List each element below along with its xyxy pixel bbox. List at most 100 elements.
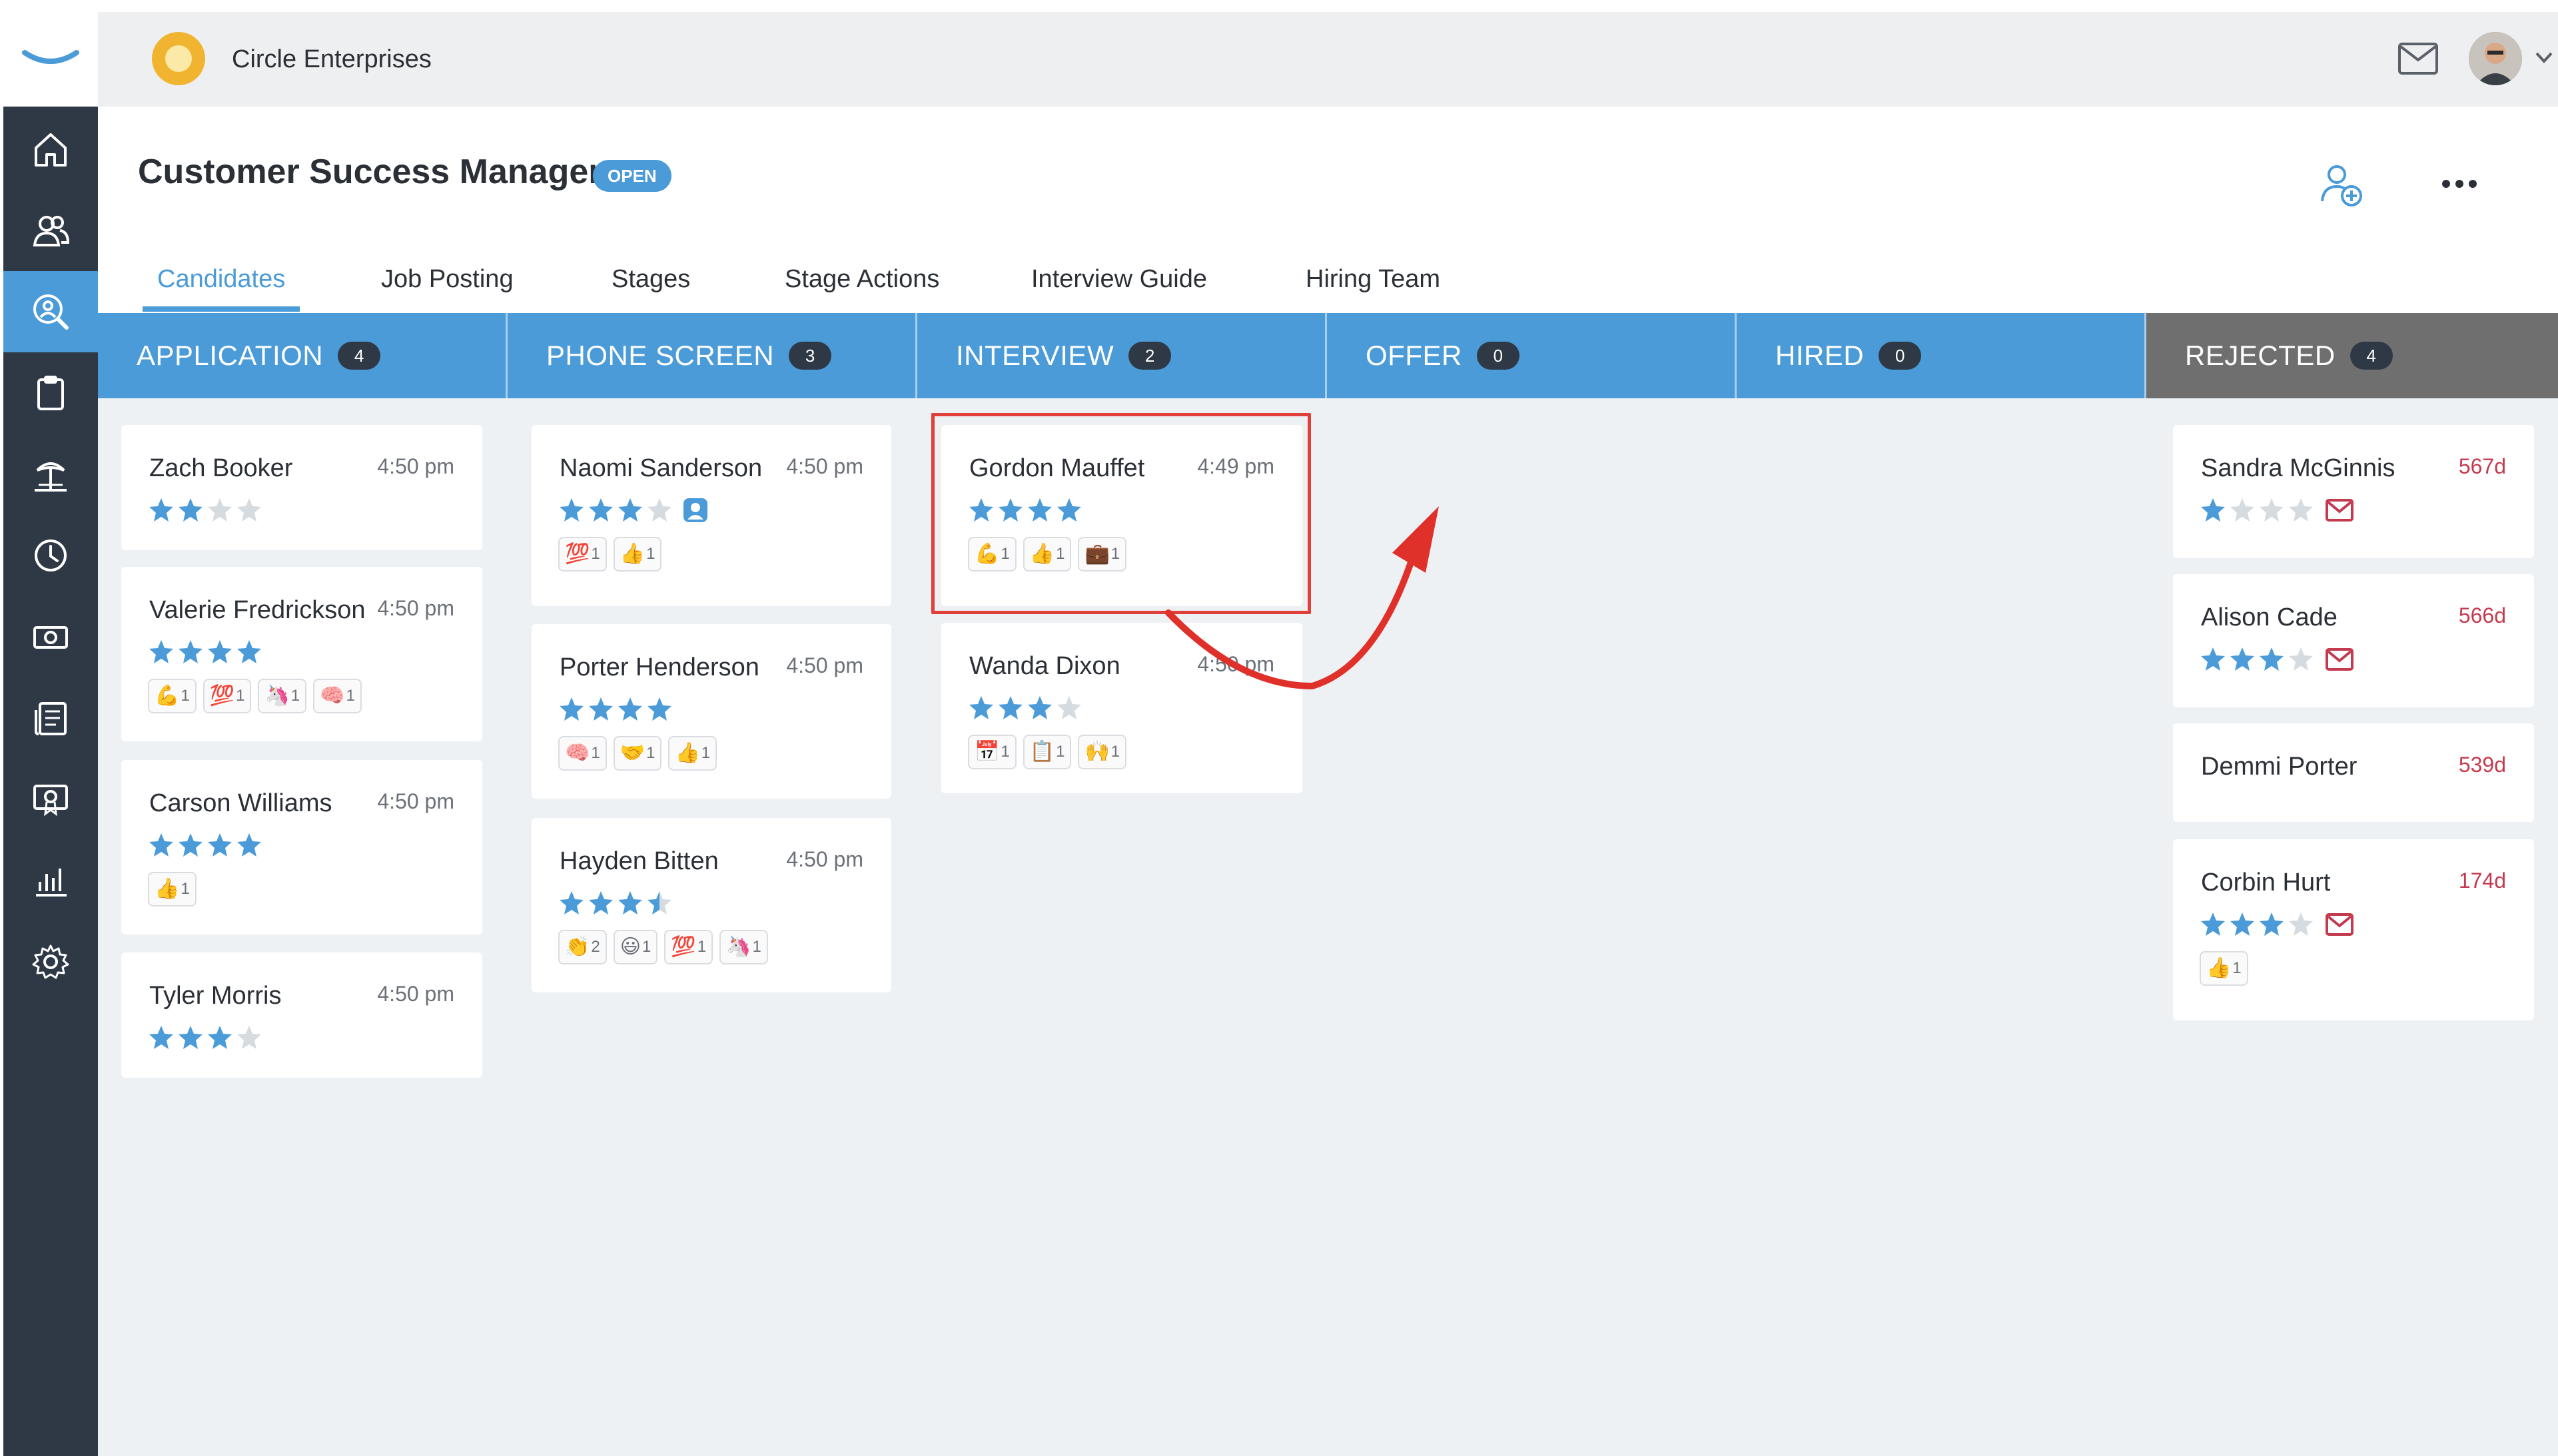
nav-home[interactable] [3,109,98,190]
reaction-chip[interactable]: 🤝 1 [613,736,662,771]
star-icon [208,1026,232,1049]
reaction-chip[interactable]: 🙌 1 [1078,735,1127,769]
reaction-chip[interactable]: 🧠 1 [558,736,607,771]
candidate-card[interactable]: Hayden Bitten 4:50 pm 👏 2 😃 1 💯 1 🦄 1 [532,818,891,992]
reaction-emoji-icon: 📋 [1029,740,1055,763]
candidate-card[interactable]: Demmi Porter 539d [2173,723,2534,822]
card-timestamp: 4:50 pm [377,982,454,1006]
reaction-chip[interactable]: 👍 1 [2200,951,2248,986]
nav-reports[interactable] [3,840,98,921]
nav-time-off[interactable] [3,434,98,515]
candidate-card[interactable]: Valerie Fredrickson 4:50 pm 💪 1 💯 1 🦄 1 🧠 1 [121,567,482,741]
nav-time[interactable] [3,515,98,596]
clipboard-icon [37,376,64,410]
reaction-count: 1 [591,545,600,563]
star-icon [2260,498,2284,522]
reaction-chip[interactable]: 📅 1 [968,735,1017,769]
user-avatar[interactable] [2469,32,2522,85]
candidate-card[interactable]: Carson Williams 4:50 pm 👍 1 [121,760,482,934]
reaction-count: 1 [1110,743,1120,761]
column-header-interview[interactable]: INTERVIEW 2 [917,313,1327,398]
candidate-card[interactable]: Alison Cade 566d [2173,574,2534,707]
reactions-row: 👍 1 [2200,951,2248,986]
star-icon [2289,498,2313,522]
nav-people[interactable] [3,190,98,271]
column-count-badge: 4 [338,342,381,370]
reaction-chip[interactable]: 💯 1 [664,930,713,964]
reaction-count: 1 [697,938,707,956]
profile-card-icon[interactable] [682,497,709,524]
add-team-member-icon[interactable] [2317,160,2365,208]
reaction-chip[interactable]: 💪 1 [148,679,197,713]
candidate-card[interactable]: Corbin Hurt 174d 👍 1 [2173,839,2534,1020]
candidate-name: Demmi Porter [2201,753,2357,781]
reaction-chip[interactable]: 📋 1 [1023,735,1072,769]
column-count-badge: 0 [1476,342,1519,370]
column-header-phone-screen[interactable]: PHONE SCREEN 3 [508,313,917,398]
reaction-count: 1 [701,744,711,762]
star-icon [149,498,173,522]
reaction-count: 2 [591,938,600,956]
candidate-name: Hayden Bitten [560,847,719,875]
reaction-emoji-icon: 🦄 [726,935,751,958]
candidate-card[interactable]: Tyler Morris 4:50 pm [121,952,482,1078]
tab-interview-guide[interactable]: Interview Guide [1031,265,1207,294]
days-since-badge: 539d [2458,753,2506,777]
email-sent-icon[interactable] [2325,498,2354,522]
candidate-card[interactable]: Porter Henderson 4:50 pm 🧠 1 🤝 1 👍 1 [532,624,891,799]
candidate-name: Tyler Morris [149,982,282,1010]
reaction-chip[interactable]: 👍 1 [148,872,197,907]
star-icon [149,1026,173,1049]
star-icon [589,498,613,522]
reaction-emoji-icon: 👍 [155,877,180,901]
email-sent-icon[interactable] [2325,647,2354,671]
star-rating [968,695,1082,721]
star-icon [208,498,232,522]
star-icon [1057,696,1081,719]
nav-tasks[interactable] [3,352,98,434]
column-header-application[interactable]: APPLICATION 4 [98,313,508,398]
nav-payroll[interactable] [3,596,98,677]
reaction-chip[interactable]: 👍 1 [668,736,717,771]
star-rating [2200,911,2354,938]
column-header-rejected[interactable]: REJECTED 4 [2146,313,2558,398]
candidate-card[interactable]: Zach Booker 4:50 pm [121,425,482,550]
column-header-hired[interactable]: HIRED 0 [1737,313,2146,398]
reaction-chip[interactable]: 💯 1 [558,537,607,571]
app-logo[interactable] [3,12,98,107]
reaction-chip[interactable]: 😃 1 [613,930,658,964]
reaction-chip[interactable]: 🦄 1 [258,679,307,713]
mail-icon[interactable] [2397,41,2439,76]
column-count-badge: 3 [789,342,832,370]
company-name[interactable]: Circle Enterprises [232,45,432,74]
nav-candidates[interactable] [3,271,98,352]
tab-stages[interactable]: Stages [612,265,690,294]
reaction-chip[interactable]: 💯 1 [203,679,252,713]
tab-job-posting[interactable]: Job Posting [381,265,514,294]
nav-training[interactable] [3,759,98,840]
star-icon [999,696,1023,719]
star-icon [208,833,232,857]
money-icon [33,626,68,649]
chevron-down-icon[interactable] [2534,49,2554,65]
tab-hiring-team[interactable]: Hiring Team [1306,265,1440,294]
star-icon [1028,696,1052,719]
column-header-offer[interactable]: OFFER 0 [1327,313,1737,398]
card-timestamp: 4:50 pm [377,596,454,620]
reaction-chip[interactable]: 👏 2 [558,930,607,964]
reaction-chip[interactable]: 🧠 1 [313,679,362,713]
reaction-chip[interactable]: 👍 1 [613,537,662,571]
star-icon [618,891,642,914]
reaction-chip[interactable]: 🦄 1 [719,930,768,964]
tab-candidates[interactable]: Candidates [157,265,285,294]
tab-stage-actions[interactable]: Stage Actions [785,265,939,294]
nav-documents[interactable] [3,677,98,759]
candidate-card[interactable]: Naomi Sanderson 4:50 pm 💯 1 👍 1 [532,425,891,606]
days-since-badge: 566d [2458,603,2506,627]
candidate-name: Valerie Fredrickson [149,596,366,624]
reaction-emoji-icon: 🧠 [320,684,345,707]
candidate-card[interactable]: Sandra McGinnis 567d [2173,425,2534,558]
more-options-icon[interactable] [2441,179,2478,189]
nav-settings[interactable] [3,921,98,1002]
email-sent-icon[interactable] [2325,912,2354,936]
